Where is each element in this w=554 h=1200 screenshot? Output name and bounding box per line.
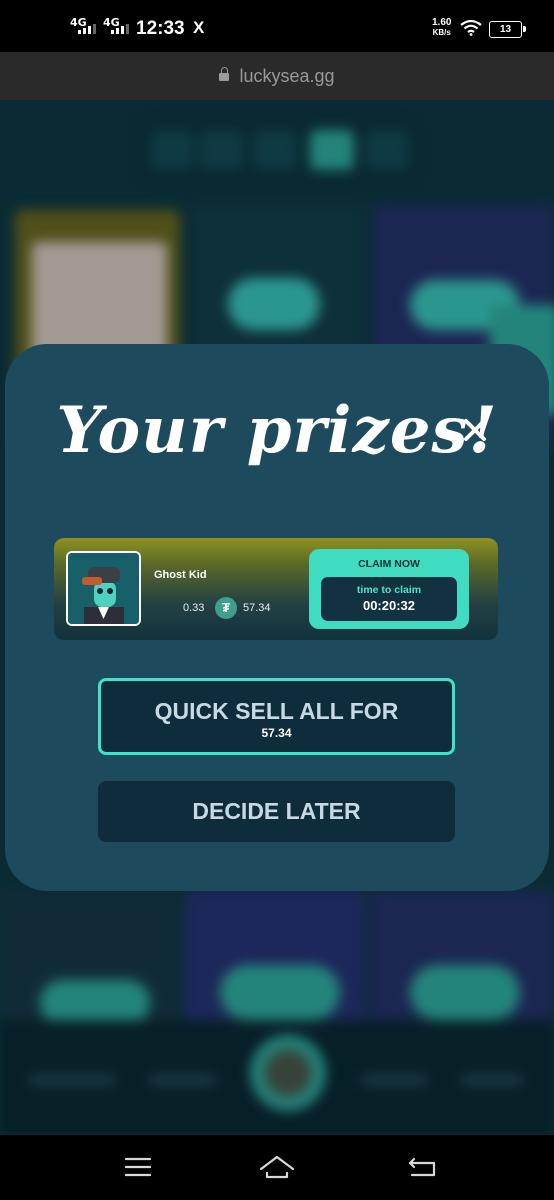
url-text: luckysea.gg <box>239 66 335 86</box>
clock: 12:33 <box>136 18 185 39</box>
x-logo-icon: X <box>193 18 205 37</box>
claim-now-label: CLAIM NOW <box>358 558 420 570</box>
lock-icon <box>219 67 230 81</box>
time-to-claim-label: time to claim <box>356 584 422 596</box>
network-speed-value: 1.60 <box>432 17 452 28</box>
ghost-kid-image <box>68 553 139 624</box>
home-icon[interactable] <box>257 1149 297 1185</box>
status-bar: 4G 4G 12:33 X 1.60 KB/s 13 <box>0 0 554 52</box>
prize-name: Ghost Kid <box>154 569 207 581</box>
claim-timer: time to claim 00:20:32 <box>321 577 457 621</box>
time-to-claim-value: 00:20:32 <box>362 598 416 613</box>
menu-icon[interactable] <box>118 1149 158 1185</box>
decide-later-label: DECIDE LATER <box>192 798 361 824</box>
decide-later-button[interactable]: DECIDE LATER <box>98 781 455 842</box>
wifi-icon <box>460 19 482 36</box>
prize-avatar <box>66 551 141 626</box>
network-speed-unit: KB/s <box>432 28 451 37</box>
address-bar[interactable]: luckysea.gg <box>0 52 554 100</box>
quick-sell-value: 57.34 <box>261 726 292 740</box>
tether-coin-icon: ₮ <box>215 597 237 619</box>
quick-sell-all-button[interactable]: QUICK SELL ALL FOR 57.34 <box>98 678 455 755</box>
network-speed: 1.60 KB/s <box>432 18 451 38</box>
signal-icon-2 <box>111 24 129 34</box>
claim-now-button[interactable]: CLAIM NOW time to claim 00:20:32 <box>309 549 469 629</box>
prize-odds: 0.33 <box>183 602 205 614</box>
system-nav-bar <box>0 1135 554 1200</box>
back-icon[interactable] <box>402 1149 442 1185</box>
prize-price: 57.34 <box>243 602 271 614</box>
quick-sell-label: QUICK SELL ALL FOR <box>154 698 399 724</box>
close-icon[interactable] <box>458 413 492 447</box>
battery-icon: 13 <box>489 21 526 38</box>
signal-icon-1 <box>78 24 96 34</box>
